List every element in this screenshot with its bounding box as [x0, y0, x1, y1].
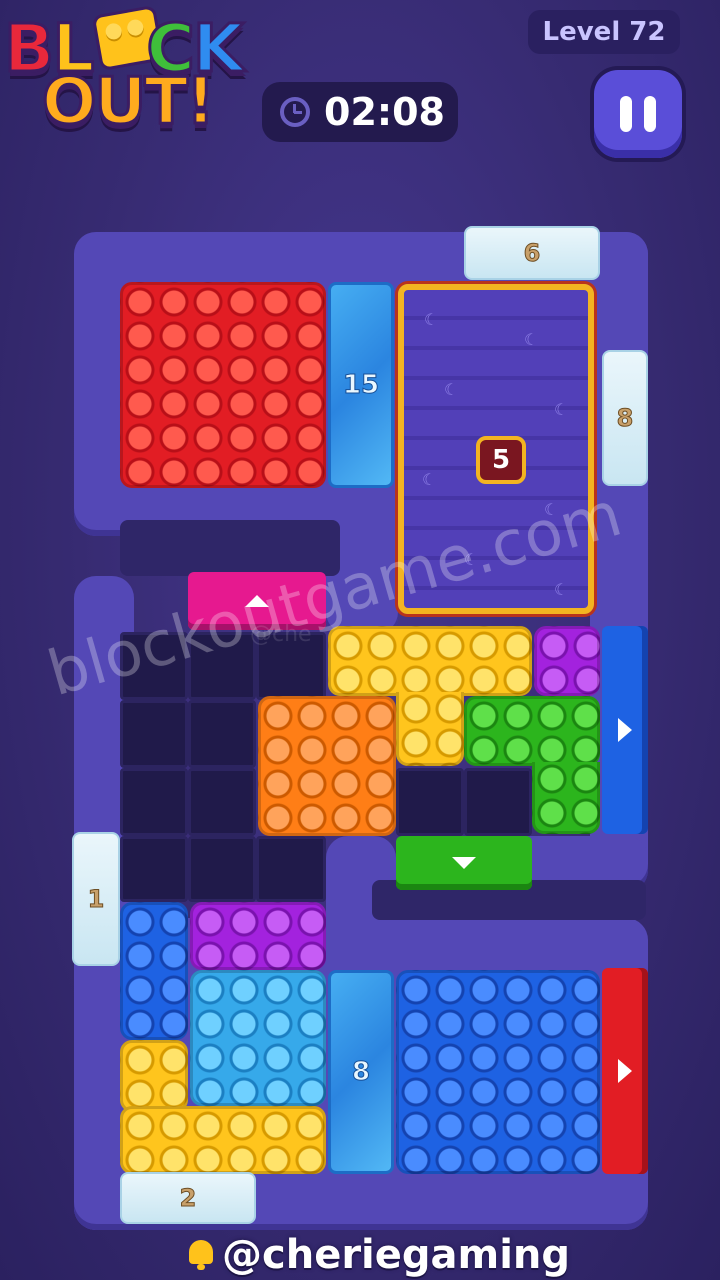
- game-logo: BLOCK OUT!: [2, 2, 260, 152]
- grid-cell: [464, 768, 532, 836]
- timer: 02:08: [262, 82, 458, 142]
- snow-counter-bottom: 2: [179, 1184, 197, 1213]
- purple-block-wide[interactable]: [190, 902, 326, 970]
- pause-button[interactable]: [594, 70, 682, 158]
- red-block-large[interactable]: [120, 282, 326, 488]
- ice-block-bottom[interactable]: 8: [328, 970, 394, 1174]
- yellow-block-l[interactable]: [120, 1040, 188, 1112]
- handle-text: @cheriegaming: [222, 1232, 571, 1278]
- grid-cell: [120, 768, 188, 836]
- grid-cell: [120, 700, 188, 768]
- snow-block-left[interactable]: 1: [72, 832, 120, 966]
- level-indicator: Level 72: [528, 10, 680, 54]
- red-exit-gate[interactable]: [602, 968, 648, 1174]
- logo-line-2: OUT!: [40, 65, 216, 139]
- arrow-right-icon: [618, 718, 632, 742]
- grid-cell: [188, 700, 256, 768]
- blue-block-tall[interactable]: [120, 902, 188, 1040]
- orange-block[interactable]: [258, 696, 396, 836]
- arrow-right-icon: [618, 1059, 632, 1083]
- snow-counter-right: 8: [616, 404, 634, 433]
- ice-block-top[interactable]: 15: [328, 282, 394, 488]
- yellow-block-t-stem[interactable]: [396, 692, 464, 766]
- cyan-block[interactable]: [190, 970, 326, 1106]
- snow-block-right[interactable]: 8: [602, 350, 648, 486]
- snow-counter-top: 6: [523, 239, 541, 268]
- blue-block-large[interactable]: [396, 970, 600, 1174]
- snow-counter-left: 1: [87, 885, 105, 914]
- snow-block-top[interactable]: 6: [464, 226, 600, 280]
- yellow-block-t[interactable]: [328, 626, 532, 696]
- grid-cell: [256, 836, 326, 902]
- blue-exit-gate[interactable]: [602, 626, 648, 834]
- bell-icon: [186, 1238, 216, 1272]
- grid-cell: [120, 836, 188, 902]
- arrow-down-icon: [452, 857, 476, 869]
- grid-cell: [188, 768, 256, 836]
- green-block-l[interactable]: [464, 696, 600, 766]
- grid-cell: [396, 768, 464, 836]
- yellow-block-l-base[interactable]: [120, 1106, 326, 1174]
- clock-icon: [280, 97, 310, 127]
- ice-counter-bottom: 8: [351, 1057, 371, 1088]
- crate-counter: 5: [476, 436, 526, 484]
- snow-block-bottom[interactable]: 2: [120, 1172, 256, 1224]
- purple-block-small[interactable]: [534, 626, 600, 696]
- green-block-l-stem[interactable]: [532, 762, 600, 834]
- ice-counter-top: 15: [342, 370, 380, 401]
- pause-bar-right: [644, 96, 656, 132]
- grid-cell: [188, 836, 256, 902]
- pause-bar-left: [620, 96, 632, 132]
- timer-value: 02:08: [324, 90, 445, 134]
- green-exit-gate[interactable]: [396, 836, 532, 890]
- creator-handle: @cheriegaming: [186, 1232, 570, 1278]
